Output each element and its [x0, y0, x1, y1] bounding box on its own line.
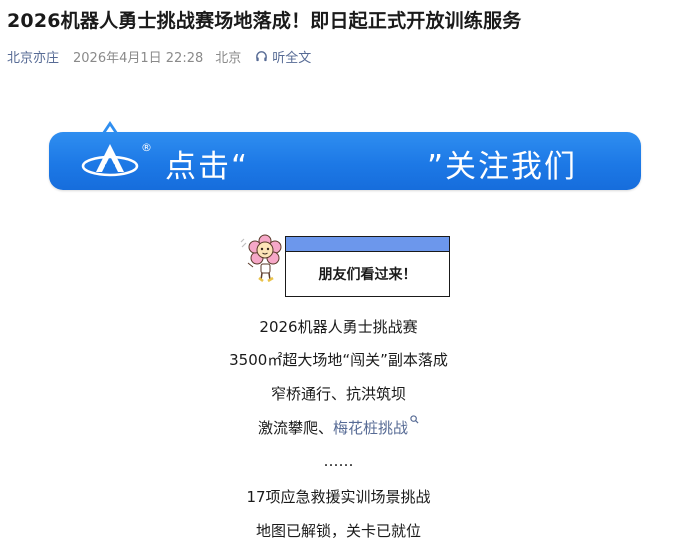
brand-logo-icon: [81, 144, 139, 177]
headphones-icon: [256, 51, 268, 62]
listen-button[interactable]: 听全文: [255, 47, 311, 66]
search-icon[interactable]: [410, 415, 419, 424]
banner-prefix: 点击“: [165, 149, 250, 185]
article-title: 2026机器人勇士挑战赛场地落成！即日起正式开放训练服务: [7, 10, 522, 32]
registered-mark: ®: [141, 141, 152, 154]
body-line-1: 2026机器人勇士挑战赛: [259, 318, 418, 336]
account-name-link[interactable]: 北京亦庄: [7, 47, 59, 66]
body-line-4-prefix: 激流攀爬、: [257, 419, 333, 437]
body-line-7: 地图已解锁，关卡已就位: [255, 522, 421, 540]
banner-notch-inner: [106, 126, 114, 132]
callout-header-bar: [285, 236, 450, 252]
body-line-3: 窄桥通行、抗洪筑坝: [270, 385, 406, 403]
body-line-2: 3500㎡超大场地“闯关”副本落成: [229, 351, 448, 369]
publish-location: 北京: [215, 51, 242, 66]
banner-suffix: ”关注我们: [427, 149, 578, 185]
callout-box: 朋友们看过来！: [285, 251, 450, 297]
body-line-4: 激流攀爬、梅花桩挑战: [0, 415, 677, 438]
body-line-5: ……: [323, 452, 354, 470]
body-line-6: 17项应急救援实训场景挑战: [246, 488, 431, 506]
mascot-flower-icon: [240, 234, 282, 283]
listen-label: 听全文: [272, 51, 312, 66]
callout-text: 朋友们看过来！: [318, 267, 417, 283]
article-meta: 北京亦庄 2026年4月1日 22:28 北京 听全文: [7, 47, 311, 66]
publish-date: 2026年4月1日 22:28: [73, 51, 204, 66]
search-keyword-link[interactable]: 梅花桩挑战: [333, 419, 408, 437]
follow-banner[interactable]: ® 点击“ ”关注我们: [49, 132, 641, 190]
